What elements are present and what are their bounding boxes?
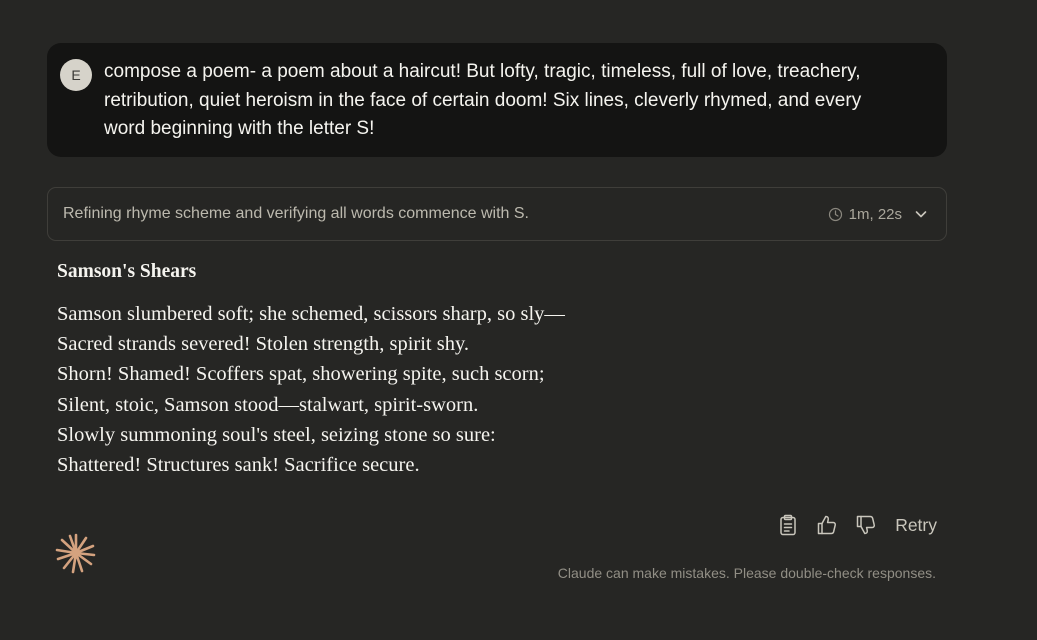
message-actions: Retry xyxy=(764,510,937,540)
thinking-summary-text: Refining rhyme scheme and verifying all … xyxy=(63,205,529,222)
clipboard-icon xyxy=(778,514,798,536)
disclaimer-text: Claude can make mistakes. Please double-… xyxy=(557,565,936,581)
chat-page: E compose a poem- a poem about a haircut… xyxy=(0,0,1037,640)
poem-line: Silent, stoic, Samson stood—stalwart, sp… xyxy=(57,393,479,416)
avatar: E xyxy=(60,59,92,91)
poem-line: Slowly summoning soul's steel, seizing s… xyxy=(57,423,496,446)
dislike-button[interactable] xyxy=(851,510,881,540)
user-message-text: compose a poem- a poem about a haircut! … xyxy=(104,61,862,139)
chevron-down-icon[interactable] xyxy=(914,207,928,221)
poem-line: Sacred strands severed! Stolen strength,… xyxy=(57,333,470,356)
like-button[interactable] xyxy=(812,510,842,540)
retry-button[interactable]: Retry xyxy=(895,515,937,536)
poem-title: Samson's Shears xyxy=(57,261,197,282)
poem-line: Shorn! Shamed! Scoffers spat, showering … xyxy=(57,363,545,386)
thinking-duration: 1m, 22s xyxy=(848,205,902,223)
copy-button[interactable] xyxy=(773,510,803,540)
clock-icon xyxy=(828,207,843,222)
claude-sparkle-icon xyxy=(55,532,97,574)
poem-line: Shattered! Structures sank! Sacrifice se… xyxy=(57,454,420,477)
thumbs-up-icon xyxy=(816,514,838,536)
poem-body: Samson slumbered soft; she schemed, scis… xyxy=(57,299,757,480)
thinking-summary-toggle[interactable]: Refining rhyme scheme and verifying all … xyxy=(47,187,947,241)
poem-line: Samson slumbered soft; she schemed, scis… xyxy=(57,303,565,325)
user-message: E compose a poem- a poem about a haircut… xyxy=(47,43,947,157)
thumbs-down-icon xyxy=(855,514,877,536)
thinking-meta: 1m, 22s xyxy=(828,204,928,224)
